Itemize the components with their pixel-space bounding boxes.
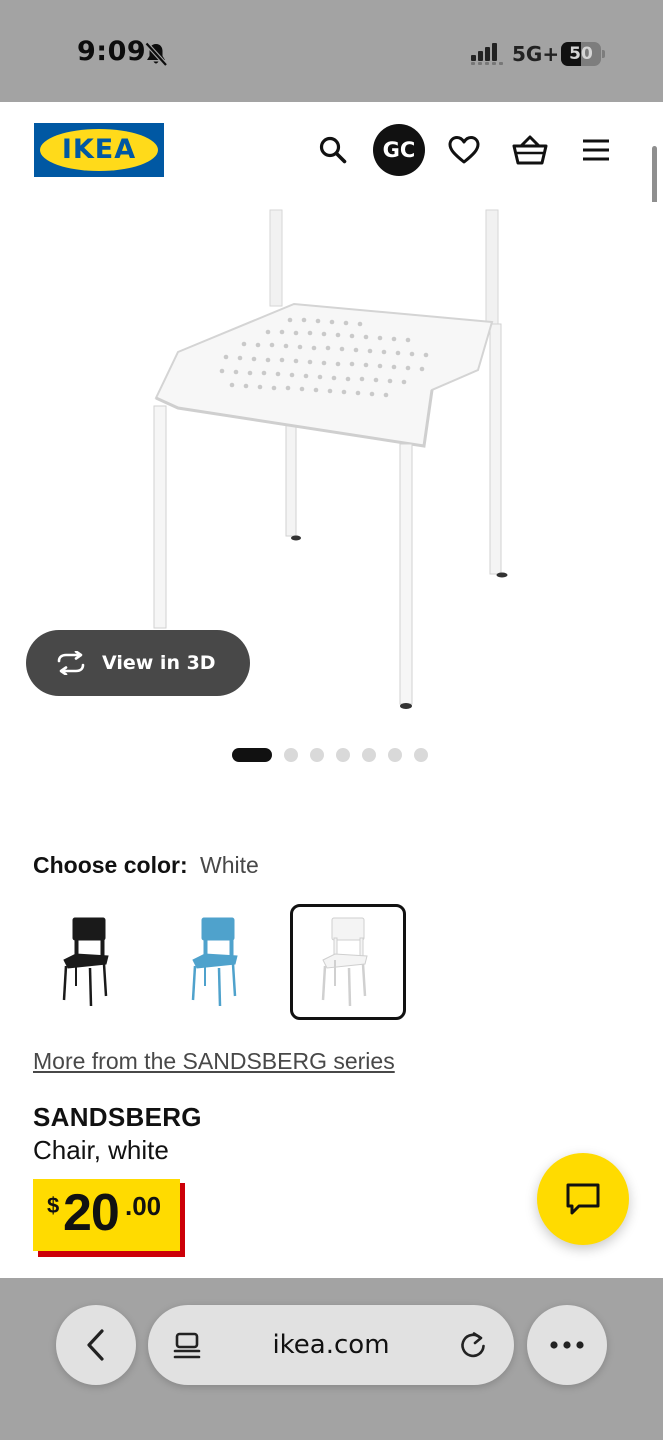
selected-color-value: White bbox=[200, 852, 259, 878]
search-button[interactable] bbox=[311, 128, 355, 172]
hamburger-menu-icon bbox=[583, 139, 609, 161]
status-time: 9:09 bbox=[77, 36, 147, 67]
chat-button[interactable] bbox=[537, 1153, 629, 1245]
carousel-dot[interactable] bbox=[336, 748, 350, 762]
favourites-button[interactable] bbox=[442, 128, 486, 172]
ikea-logo[interactable]: IKEA bbox=[34, 123, 164, 177]
status-bar: 9:09 5G+ 50 bbox=[0, 0, 663, 102]
color-heading: Choose color: bbox=[33, 852, 188, 878]
price-decimals: .00 bbox=[125, 1191, 162, 1221]
network-type: 5G+ bbox=[512, 42, 560, 66]
carousel-dot[interactable] bbox=[310, 748, 324, 762]
product-description: Chair, white bbox=[33, 1135, 169, 1165]
back-button[interactable] bbox=[56, 1305, 136, 1385]
series-link[interactable]: More from the SANDSBERG series bbox=[33, 1048, 395, 1075]
chat-icon bbox=[566, 1183, 600, 1215]
search-icon bbox=[319, 136, 347, 164]
chevron-left-icon bbox=[87, 1329, 104, 1361]
color-swatch-black[interactable] bbox=[31, 904, 147, 1020]
product-name: SANDSBERG bbox=[33, 1102, 202, 1132]
chair-thumbnail bbox=[191, 917, 238, 1007]
more-options-button[interactable] bbox=[527, 1305, 607, 1385]
reload-icon[interactable] bbox=[458, 1330, 488, 1360]
heart-icon bbox=[448, 136, 480, 164]
ellipsis-icon bbox=[550, 1341, 584, 1349]
view-in-3d-label: View in 3D bbox=[102, 652, 216, 674]
shopping-bag-button[interactable] bbox=[508, 128, 552, 172]
profile-avatar[interactable]: GC bbox=[373, 124, 425, 176]
price-integer: 20 bbox=[63, 1184, 120, 1242]
chair-thumbnail bbox=[321, 917, 368, 1007]
address-bar[interactable]: ikea.com bbox=[148, 1305, 514, 1385]
carousel-dot[interactable] bbox=[284, 748, 298, 762]
silent-bell-icon bbox=[144, 41, 168, 67]
carousel-dot[interactable] bbox=[414, 748, 428, 762]
chair-thumbnail bbox=[62, 917, 109, 1007]
price-tag: $ 20 .00 bbox=[33, 1179, 180, 1251]
cellular-signal-icon bbox=[471, 43, 503, 65]
carousel-dot[interactable] bbox=[388, 748, 402, 762]
carousel-indicator bbox=[232, 748, 428, 762]
price-currency: $ bbox=[47, 1193, 60, 1218]
battery-icon: 50 bbox=[561, 42, 605, 66]
basket-icon bbox=[512, 135, 548, 165]
logo-text: IKEA bbox=[61, 134, 137, 165]
carousel-dot[interactable] bbox=[362, 748, 376, 762]
view-in-3d-button[interactable]: View in 3D bbox=[26, 630, 250, 696]
color-swatch-blue[interactable] bbox=[160, 904, 276, 1020]
color-swatch-white[interactable] bbox=[290, 904, 406, 1020]
carousel-dot[interactable] bbox=[232, 748, 272, 762]
rotate-3d-icon bbox=[57, 651, 85, 675]
menu-button[interactable] bbox=[574, 128, 618, 172]
battery-level: 50 bbox=[569, 44, 593, 64]
